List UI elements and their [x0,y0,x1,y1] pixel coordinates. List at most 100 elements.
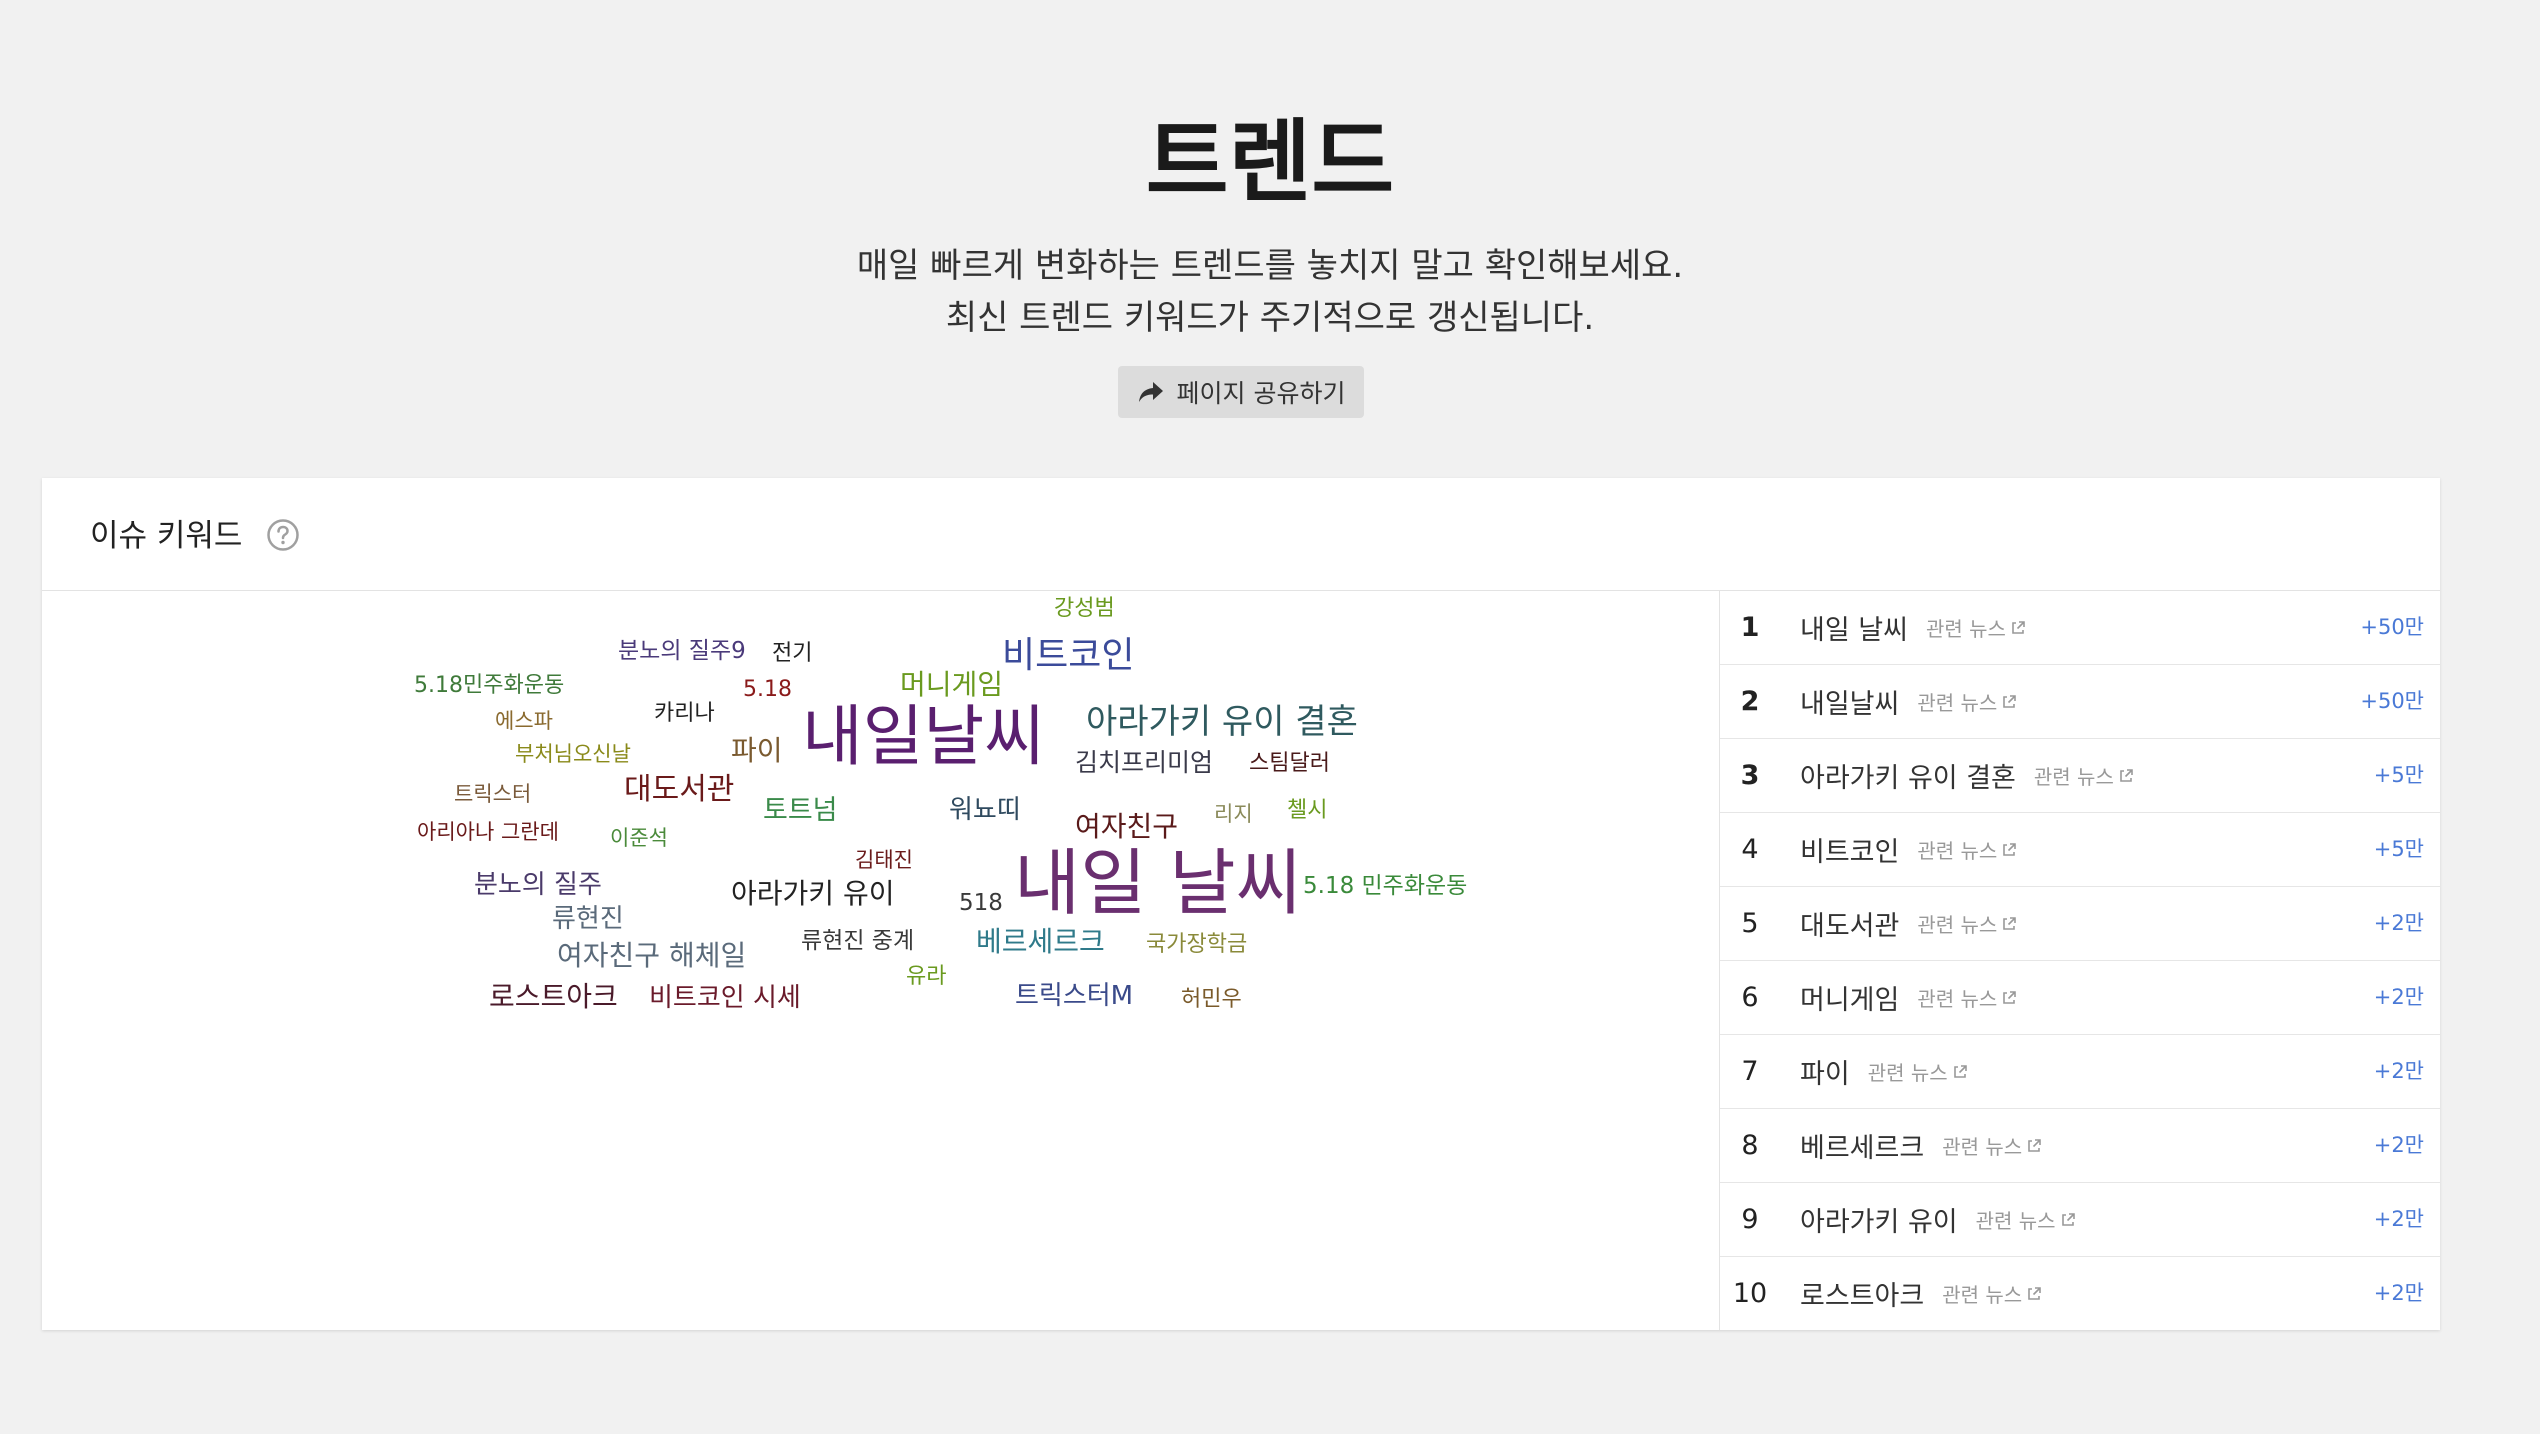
ranking-row[interactable]: 6 머니게임 관련 뉴스 +2만 [1720,961,2440,1035]
rank-keyword[interactable]: 내일날씨 [1800,682,1899,721]
rank-number: 10 [1732,1278,1768,1309]
cloud-keyword[interactable]: 워뇨띠 [949,797,1021,823]
related-news-link[interactable]: 관련 뉴스 [1926,613,2026,642]
rank-change: +2만 [2373,911,2424,935]
related-news-label: 관련 뉴스 [1917,691,1998,715]
cloud-keyword[interactable]: 여자친구 해체일 [557,942,746,970]
cloud-keyword[interactable]: 베르세르크 [976,928,1105,956]
related-news-link[interactable]: 관련 뉴스 [2034,761,2134,790]
cloud-keyword[interactable]: 파이 [731,737,783,765]
question-circle-icon[interactable] [266,518,300,552]
related-news-link[interactable]: 관련 뉴스 [1917,835,2017,864]
external-link-icon [2003,990,2017,1004]
page-title: 트렌드 [1145,110,1395,215]
cloud-keyword[interactable]: 대도서관 [624,775,734,805]
ranking-row[interactable]: 2 내일날씨 관련 뉴스 +50만 [1720,665,2440,739]
rank-change: +2만 [2373,1281,2424,1305]
rank-number: 3 [1740,760,1760,791]
rank-number: 6 [1741,982,1759,1013]
cloud-keyword[interactable]: 리지 [1214,804,1253,825]
rank-number: 9 [1741,1204,1759,1235]
ranking-row[interactable]: 4 비트코인 관련 뉴스 +5만 [1720,813,2440,887]
related-news-label: 관련 뉴스 [1867,1061,1948,1085]
related-news-label: 관련 뉴스 [1975,1209,2056,1233]
related-news-link[interactable]: 관련 뉴스 [1917,983,2017,1012]
cloud-keyword[interactable]: 5.18민주화운동 [414,675,564,697]
rank-keyword[interactable]: 내일 날씨 [1800,608,1908,647]
related-news-label: 관련 뉴스 [1917,839,1998,863]
ranking-row[interactable]: 3 아라가키 유이 결혼 관련 뉴스 +5만 [1720,739,2440,813]
rank-change: +2만 [2373,1207,2424,1231]
cloud-keyword[interactable]: 내일날씨 [802,704,1045,770]
cloud-keyword[interactable]: 전기 [772,643,812,665]
cloud-keyword[interactable]: 국가장학금 [1146,934,1247,956]
ranking-row[interactable]: 1 내일 날씨 관련 뉴스 +50만 [1720,591,2440,665]
cloud-keyword[interactable]: 강성범 [1054,598,1115,620]
related-news-link[interactable]: 관련 뉴스 [1868,1057,1968,1086]
rank-keyword[interactable]: 파이 [1800,1052,1850,1091]
cloud-keyword[interactable]: 트릭스터M [1015,983,1133,1009]
cloud-keyword[interactable]: 카리나 [654,703,715,725]
cloud-keyword[interactable]: 518 [959,892,1003,915]
related-news-link[interactable]: 관련 뉴스 [1942,1131,2042,1160]
cloud-keyword[interactable]: 트릭스터 [454,784,531,805]
rank-change: +2만 [2373,985,2424,1009]
rank-keyword[interactable]: 로스트아크 [1800,1274,1924,1313]
rank-keyword[interactable]: 머니게임 [1800,978,1899,1017]
share-page-button[interactable]: 페이지 공유하기 [1118,366,1364,418]
rank-keyword[interactable]: 아라가키 유이 결혼 [1800,756,2016,795]
share-button-label: 페이지 공유하기 [1176,379,1346,408]
cloud-keyword[interactable]: 이준석 [610,828,668,849]
related-news-label: 관련 뉴스 [1917,913,1998,937]
cloud-keyword[interactable]: 내일 날씨 [1014,847,1302,919]
cloud-keyword[interactable]: 분노의 질주 [474,872,602,898]
keyword-word-cloud: 강성범비트코인 분노의 질주9 전기 5.18민주화운동 5.18 머니게임아라가키 유이… [42,591,1720,1330]
ranking-row[interactable]: 9 아라가키 유이 관련 뉴스 +2만 [1720,1183,2440,1257]
ranking-row[interactable]: 8 베르세르크 관련 뉴스 +2만 [1720,1109,2440,1183]
issue-keyword-card: 이슈 키워드 강성범 비트코인 분노의 질주9 전기 5.18민주화운동 5.18 머니게임… [42,478,2440,1330]
related-news-link[interactable]: 관련 뉴스 [1917,909,2017,938]
cloud-keyword[interactable]: 스팀달러 [1249,753,1330,775]
related-news-label: 관련 뉴스 [1942,1283,2023,1307]
cloud-keyword[interactable]: 아리아나 그란데 [417,822,559,843]
rank-change: +5만 [2373,837,2424,861]
cloud-keyword[interactable]: 아라가키 유이 결혼 [1086,705,1358,739]
cloud-keyword[interactable]: 토트넘 [763,797,838,824]
cloud-keyword[interactable]: 김태진 [855,850,913,871]
rank-keyword[interactable]: 비트코인 [1800,830,1899,869]
cloud-keyword[interactable]: 5.18 민주화운동 [1303,875,1467,898]
cloud-keyword[interactable]: 비트코인 [1002,638,1134,674]
issue-keyword-header: 이슈 키워드 [42,478,2440,591]
cloud-keyword[interactable]: 로스트아크 [489,983,618,1011]
cloud-keyword[interactable]: 비트코인 시세 [649,985,801,1011]
external-link-icon [2003,694,2017,708]
keyword-ranking-list: 1 내일 날씨 관련 뉴스 +50만 2 내일날씨 관련 뉴스 +50만 3 아라가키 유이 결혼… [1720,591,2440,1330]
cloud-keyword[interactable]: 유라 [906,966,946,988]
cloud-keyword[interactable]: 첼시 [1287,800,1327,822]
rank-keyword[interactable]: 베르세르크 [1800,1126,1924,1165]
external-link-icon [2120,768,2133,782]
rank-number: 4 [1741,834,1759,865]
page-subtitle-line-2: 최신 트렌드 키워드가 주기적으로 갱신됩니다. [945,298,1595,338]
cloud-keyword[interactable]: 류현진 [552,906,624,932]
related-news-link[interactable]: 관련 뉴스 [1976,1205,2076,1234]
cloud-keyword[interactable]: 여자친구 [1075,813,1178,841]
cloud-keyword[interactable]: 머니게임 [900,671,1003,699]
related-news-link[interactable]: 관련 뉴스 [1942,1279,2042,1308]
rank-keyword[interactable]: 대도서관 [1800,904,1899,943]
ranking-row[interactable]: 7 파이 관련 뉴스 +2만 [1720,1035,2440,1109]
cloud-keyword[interactable]: 아라가키 유이 [731,880,894,908]
external-link-icon [2003,842,2017,856]
cloud-keyword[interactable]: 허민우 [1181,989,1242,1011]
cloud-keyword[interactable]: 분노의 질주9 [618,640,746,663]
cloud-keyword[interactable]: 에스파 [495,711,553,732]
ranking-row[interactable]: 5 대도서관 관련 뉴스 +2만 [1720,887,2440,961]
cloud-keyword[interactable]: 5.18 [743,679,792,701]
cloud-keyword[interactable]: 김치프리미엄 [1075,750,1213,775]
rank-keyword[interactable]: 아라가키 유이 [1800,1200,1958,1239]
ranking-row[interactable]: 10 로스트아크 관련 뉴스 +2만 [1720,1257,2440,1330]
cloud-keyword[interactable]: 류현진 중계 [801,930,914,953]
rank-change: +2만 [2373,1133,2424,1157]
cloud-keyword[interactable]: 부처님오신날 [515,744,631,765]
related-news-link[interactable]: 관련 뉴스 [1917,687,2017,716]
